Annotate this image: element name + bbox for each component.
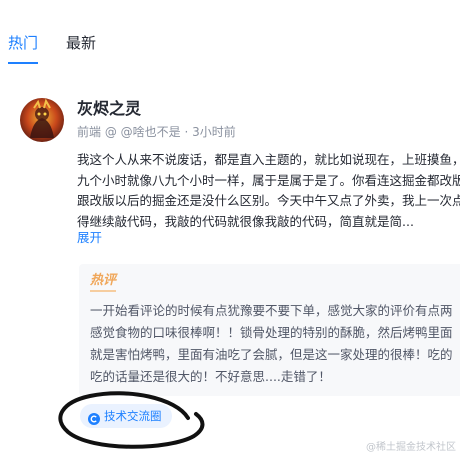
hot-comment-line: 就是害怕烤鸭，里面有油吃了会腻，但是这一家处理的很棒！吃的 bbox=[90, 347, 453, 362]
hot-comment-line: 吃的话量还是很大的！不好意思....走错了！ bbox=[90, 369, 331, 384]
content-line: 得继续敲代码，我敲的代码就很像我敲的代码，简直就是简... bbox=[77, 213, 414, 229]
mention-link[interactable]: @ @啥也不是 bbox=[105, 125, 181, 139]
hot-comment-badge: 热评 bbox=[90, 272, 117, 292]
device-label: 前端 bbox=[77, 125, 102, 139]
post-content: 我这个人从来不说废话，都是直入主题的，就比如说现在，上班摸鱼， 九个小时就像八九… bbox=[77, 150, 460, 232]
post-meta: 前端 @ @啥也不是 · 3小时前 bbox=[77, 124, 236, 140]
author-name[interactable]: 灰烬之灵 bbox=[77, 98, 141, 120]
meta-separator: · bbox=[184, 125, 189, 139]
hot-comment-line: 感觉食物的口味很棒啊！！锁骨处理的特别的酥脆，然后烤鸭里面 bbox=[90, 325, 453, 340]
circle-tag[interactable]: 技术交流圈 bbox=[80, 404, 172, 428]
hot-comment[interactable]: 热评 一开始看评论的时候有点犹豫要不要下单，感觉大家的评价有点两 感觉食物的口味… bbox=[79, 264, 460, 396]
active-tab-indicator bbox=[8, 62, 38, 64]
hot-comment-line: 一开始看评论的时候有点犹豫要不要下单，感觉大家的评价有点两 bbox=[90, 303, 453, 318]
content-line: 跟改版以后的掘金还是没什么区别。今天中午又点了外卖，我上一次点 bbox=[77, 193, 460, 208]
content-line: 我这个人从来不说废话，都是直入主题的，就比如说现在，上班摸鱼， bbox=[77, 152, 460, 167]
watermark: @稀土掘金技术社区 bbox=[366, 442, 456, 453]
tab-latest[interactable]: 最新 bbox=[66, 33, 96, 53]
circle-icon bbox=[88, 410, 100, 425]
tab-hot[interactable]: 热门 bbox=[8, 33, 38, 53]
avatar[interactable] bbox=[20, 98, 64, 142]
hot-comment-text: 一开始看评论的时候有点犹豫要不要下单，感觉大家的评价有点两 感觉食物的口味很棒啊… bbox=[90, 300, 460, 388]
post-time: 3小时前 bbox=[192, 125, 236, 139]
content-line: 九个小时就像八九个小时一样，属于是属于是了。你看连这掘金都改版了 bbox=[77, 172, 460, 188]
expand-link[interactable]: 展开 bbox=[77, 229, 102, 247]
circle-tag-label: 技术交流圈 bbox=[104, 409, 162, 423]
feed-tabs: 热门 最新 bbox=[0, 0, 460, 89]
